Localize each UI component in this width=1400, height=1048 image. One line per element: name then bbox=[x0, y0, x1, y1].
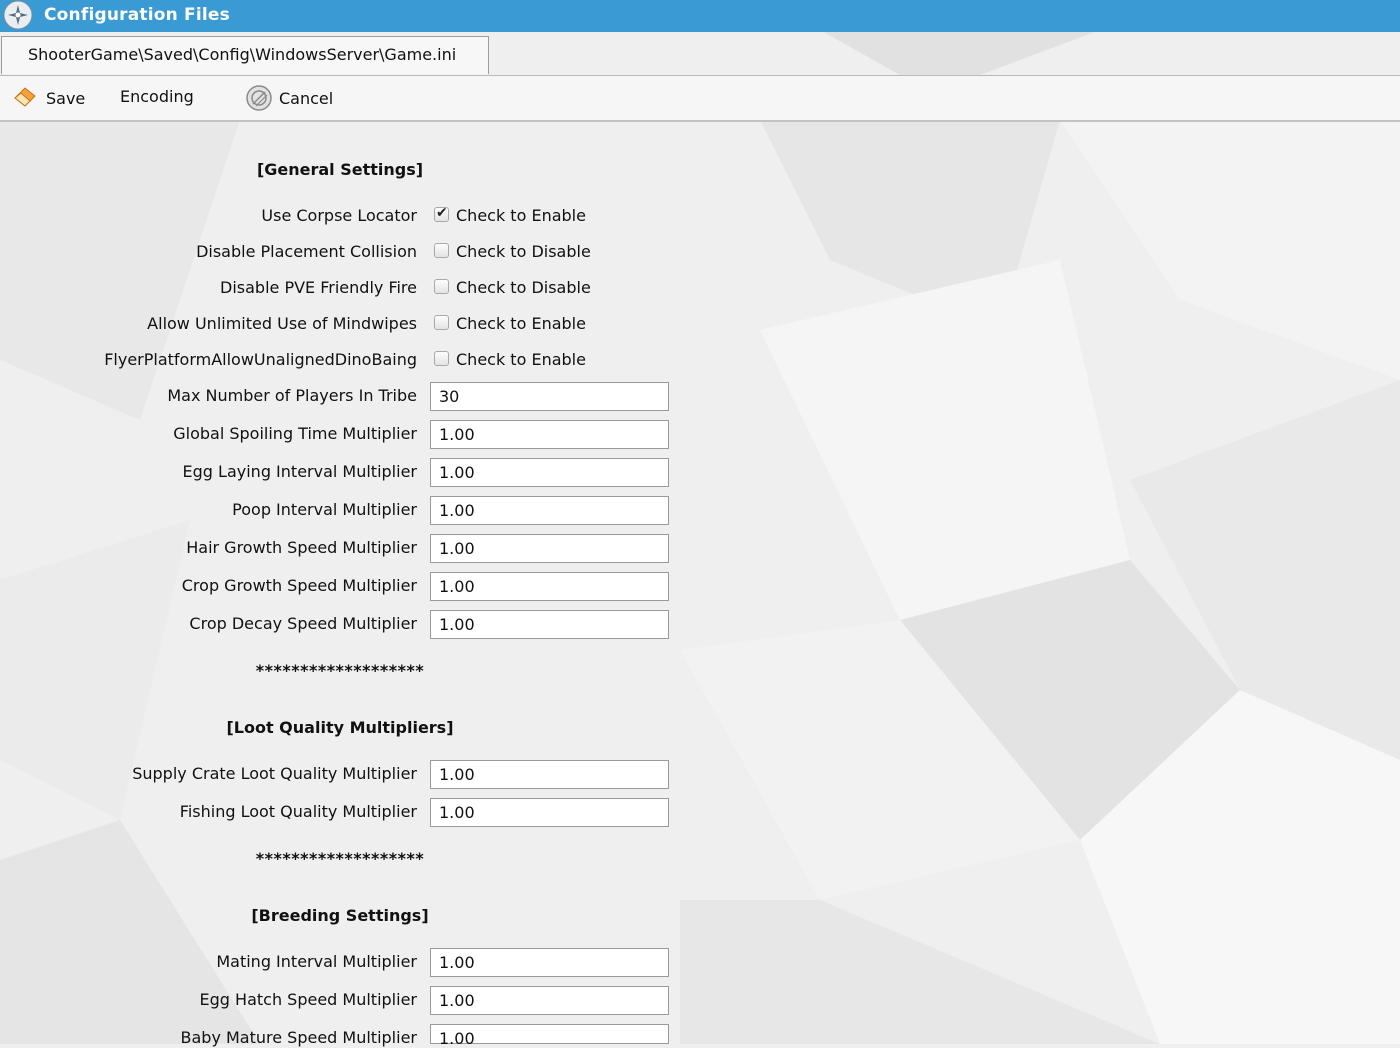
fishing-loot-quality-input[interactable]: 1.00 bbox=[430, 798, 669, 827]
cancel-label: Cancel bbox=[279, 89, 334, 108]
setting-label: Baby Mature Speed Multiplier bbox=[180, 1028, 418, 1047]
allow-unlimited-mindwipes-checkbox[interactable] bbox=[434, 315, 449, 330]
encoding-button[interactable]: Encoding bbox=[110, 76, 210, 120]
setting-label: Poop Interval Multiplier bbox=[232, 500, 417, 519]
save-eraser-icon bbox=[14, 87, 36, 107]
section-heading-loot: [Loot Quality Multipliers] bbox=[226, 718, 454, 737]
section-heading-general: [General Settings] bbox=[256, 160, 424, 179]
section-separator: ******************* bbox=[255, 661, 425, 680]
setting-label: Disable PVE Friendly Fire bbox=[220, 278, 417, 297]
max-players-in-tribe-input[interactable]: 30 bbox=[430, 382, 669, 411]
cancel-circle-icon bbox=[246, 85, 272, 111]
setting-label: Hair Growth Speed Multiplier bbox=[186, 538, 417, 557]
egg-hatch-speed-input[interactable]: 1.00 bbox=[430, 986, 669, 1015]
crop-decay-speed-input[interactable]: 1.00 bbox=[430, 610, 669, 639]
poop-interval-input[interactable]: 1.00 bbox=[430, 496, 669, 525]
use-corpse-locator-checkbox[interactable]: ✔ bbox=[434, 205, 449, 222]
checkbox-caption: Check to Enable bbox=[456, 350, 586, 369]
setting-label: Use Corpse Locator bbox=[261, 206, 417, 225]
setting-label: FlyerPlatformAllowUnalignedDinoBaing bbox=[104, 350, 417, 369]
setting-label: Supply Crate Loot Quality Multiplier bbox=[132, 764, 417, 783]
setting-label: Global Spoiling Time Multiplier bbox=[173, 424, 417, 443]
save-button[interactable]: Save bbox=[10, 76, 96, 120]
window-title: Configuration Files bbox=[44, 5, 230, 25]
setting-label: Crop Growth Speed Multiplier bbox=[181, 576, 417, 595]
supply-crate-loot-quality-input[interactable]: 1.00 bbox=[430, 760, 669, 789]
baby-mature-speed-input[interactable]: 1.00 bbox=[430, 1024, 669, 1048]
checkmark-icon: ✔ bbox=[436, 205, 448, 221]
section-separator: ******************* bbox=[255, 849, 425, 868]
checkbox-caption: Check to Enable bbox=[456, 206, 586, 225]
global-spoiling-time-input[interactable]: 1.00 bbox=[430, 420, 669, 449]
setting-label: Egg Hatch Speed Multiplier bbox=[199, 990, 417, 1009]
settings-form: [General Settings] Use Corpse Locator ✔ … bbox=[0, 0, 1400, 1048]
checkbox-caption: Check to Enable bbox=[456, 314, 586, 333]
tab-game-ini[interactable]: ShooterGame\Saved\Config\WindowsServer\G… bbox=[1, 36, 489, 74]
crop-growth-speed-input[interactable]: 1.00 bbox=[430, 572, 669, 601]
setting-label: Fishing Loot Quality Multiplier bbox=[179, 802, 417, 821]
flyer-platform-unaligned-checkbox[interactable] bbox=[434, 351, 449, 366]
toolbar: Save Encoding Cancel bbox=[0, 76, 1400, 122]
setting-label: Crop Decay Speed Multiplier bbox=[189, 614, 417, 633]
title-bar: Configuration Files bbox=[0, 0, 1400, 32]
setting-label: Disable Placement Collision bbox=[196, 242, 417, 261]
save-label: Save bbox=[46, 89, 86, 108]
disable-pve-friendly-fire-checkbox[interactable] bbox=[434, 279, 449, 294]
setting-label: Allow Unlimited Use of Mindwipes bbox=[147, 314, 417, 333]
checkbox-caption: Check to Disable bbox=[456, 278, 591, 297]
mating-interval-input[interactable]: 1.00 bbox=[430, 948, 669, 977]
gear-fan-icon bbox=[3, 0, 33, 30]
hair-growth-speed-input[interactable]: 1.00 bbox=[430, 534, 669, 563]
setting-label: Egg Laying Interval Multiplier bbox=[182, 462, 417, 481]
cancel-button[interactable]: Cancel bbox=[244, 76, 344, 120]
file-tabs: ShooterGame\Saved\Config\WindowsServer\G… bbox=[0, 32, 1400, 77]
checkbox-caption: Check to Disable bbox=[456, 242, 591, 261]
disable-placement-collision-checkbox[interactable] bbox=[434, 243, 449, 258]
encoding-label: Encoding bbox=[120, 87, 194, 106]
setting-label: Mating Interval Multiplier bbox=[216, 952, 417, 971]
egg-laying-interval-input[interactable]: 1.00 bbox=[430, 458, 669, 487]
section-heading-breeding: [Breeding Settings] bbox=[251, 906, 429, 925]
setting-label: Max Number of Players In Tribe bbox=[167, 386, 417, 405]
